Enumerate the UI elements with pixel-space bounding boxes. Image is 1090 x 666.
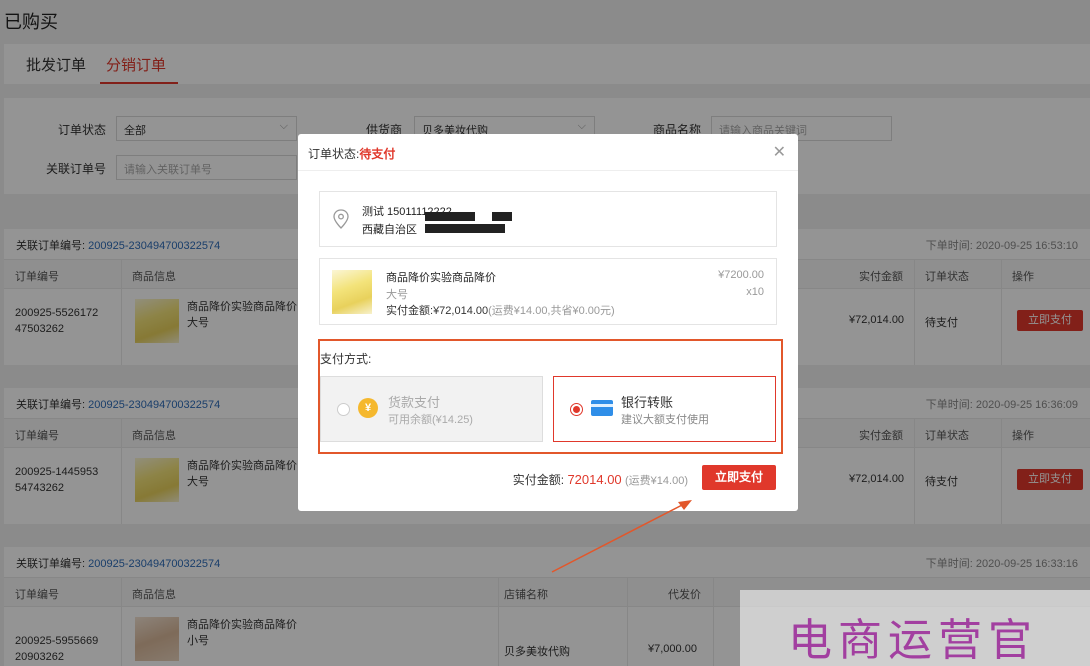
- modal-pay-now-button[interactable]: 立即支付: [702, 465, 776, 490]
- product-box: 商品降价实验商品降价 大号 实付金额:¥72,014.00(运费¥14.00,共…: [319, 258, 777, 325]
- product-name: 商品降价实验商品降价: [386, 272, 496, 284]
- option-title: 银行转账: [621, 395, 674, 410]
- product-unit-price: ¥7200.00: [718, 269, 764, 281]
- modal-status: 待支付: [359, 147, 396, 161]
- close-icon[interactable]: ✕: [773, 142, 786, 162]
- product-paid-summary: 实付金额:¥72,014.00(运费¥14.00,共省¥0.00元): [386, 305, 615, 317]
- total-amount: 实付金额: 72014.00 (运费¥14.00): [512, 472, 688, 487]
- coin-icon: ¥: [358, 398, 378, 418]
- recipient-address: 西藏自治区: [362, 224, 417, 236]
- redacted-block: [425, 212, 475, 221]
- payment-modal: 订单状态:待支付 ✕ 测试 15011112222 西藏自治区 商品降价实验商品…: [298, 134, 798, 511]
- payment-option-bank-transfer[interactable]: 银行转账 建议大额支付使用: [553, 376, 776, 442]
- modal-title: 订单状态:待支付: [308, 147, 396, 161]
- product-quantity: x10: [746, 286, 764, 298]
- redacted-block: [492, 212, 512, 221]
- redacted-block: [425, 224, 505, 233]
- payment-method-label: 支付方式:: [320, 352, 372, 366]
- product-spec: 大号: [386, 289, 408, 301]
- address-box: 测试 15011112222 西藏自治区: [319, 191, 777, 247]
- bank-card-icon: [591, 400, 613, 416]
- radio-selected[interactable]: [570, 403, 583, 416]
- location-pin-icon: [333, 209, 349, 229]
- radio-unselected[interactable]: [337, 403, 350, 416]
- option-title: 货款支付: [388, 395, 441, 410]
- option-subtitle: 建议大额支付使用: [621, 414, 709, 426]
- watermark-text: 电商运营官: [788, 615, 1038, 666]
- total-value: 72014.00: [567, 472, 622, 487]
- payment-option-balance[interactable]: ¥ 货款支付 可用余额(¥14.25): [320, 376, 543, 442]
- watermark: 电商运营官: [740, 590, 1090, 666]
- product-image: [332, 270, 372, 314]
- option-subtitle: 可用余额(¥14.25): [388, 414, 473, 426]
